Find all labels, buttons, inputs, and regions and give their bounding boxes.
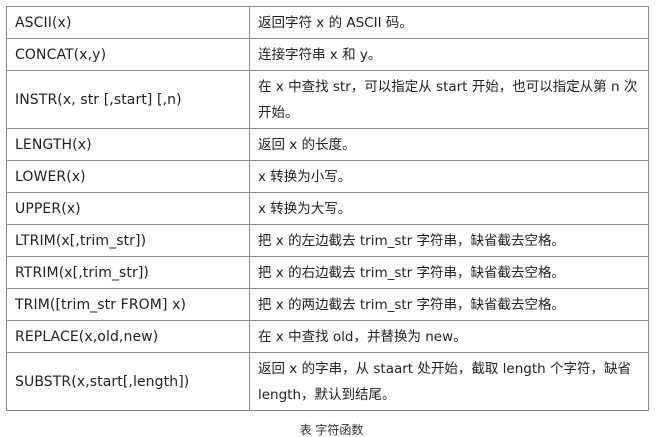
- table-row: LTRIM(x[,trim_str]) 把 x 的左边截去 trim_str 字…: [6, 224, 649, 257]
- function-signature: RTRIM(x[,trim_str]): [6, 256, 250, 289]
- function-description: 返回字符 x 的 ASCII 码。: [249, 6, 649, 39]
- function-description: 把 x 的两边截去 trim_str 字符串，缺省截去空格。: [249, 288, 649, 321]
- function-signature: CONCAT(x,y): [6, 38, 250, 71]
- function-signature: ASCII(x): [6, 6, 250, 39]
- function-description: 返回 x 的长度。: [249, 128, 649, 161]
- table-row: INSTR(x, str [,start] [,n) 在 x 中查找 str，可…: [6, 70, 649, 129]
- table-row: RTRIM(x[,trim_str]) 把 x 的右边截去 trim_str 字…: [6, 256, 649, 289]
- table-row: UPPER(x) x 转换为大写。: [6, 192, 649, 225]
- function-signature: REPLACE(x,old,new): [6, 320, 250, 353]
- function-signature: INSTR(x, str [,start] [,n): [6, 70, 250, 129]
- table-caption: 表 字符函数: [299, 423, 364, 437]
- function-description: 返回 x 的字串，从 staart 处开始，截取 length 个字符，缺省 l…: [249, 352, 649, 411]
- table-row: CONCAT(x,y) 连接字符串 x 和 y。: [6, 38, 649, 71]
- function-description: 连接字符串 x 和 y。: [249, 38, 649, 71]
- function-signature: UPPER(x): [6, 192, 250, 225]
- function-signature: LOWER(x): [6, 160, 250, 193]
- function-description: 在 x 中查找 old，并替换为 new。: [249, 320, 649, 353]
- function-description: 把 x 的右边截去 trim_str 字符串，缺省截去空格。: [249, 256, 649, 289]
- table-row: REPLACE(x,old,new) 在 x 中查找 old，并替换为 new。: [6, 320, 649, 353]
- function-description: 把 x 的左边截去 trim_str 字符串，缺省截去空格。: [249, 224, 649, 257]
- table-row: SUBSTR(x,start[,length]) 返回 x 的字串，从 staa…: [6, 352, 649, 411]
- table-row: ASCII(x) 返回字符 x 的 ASCII 码。: [6, 6, 649, 39]
- function-description: x 转换为大写。: [249, 192, 649, 225]
- function-table: ASCII(x) 返回字符 x 的 ASCII 码。 CONCAT(x,y) 连…: [6, 6, 649, 411]
- function-signature: LENGTH(x): [6, 128, 250, 161]
- function-description: x 转换为小写。: [249, 160, 649, 193]
- function-signature: LTRIM(x[,trim_str]): [6, 224, 250, 257]
- table-row: LOWER(x) x 转换为小写。: [6, 160, 649, 193]
- function-signature: TRIM([trim_str FROM] x): [6, 288, 250, 321]
- function-signature: SUBSTR(x,start[,length]): [6, 352, 250, 411]
- function-description: 在 x 中查找 str，可以指定从 start 开始，也可以指定从第 n 次开始…: [249, 70, 649, 129]
- table-row: LENGTH(x) 返回 x 的长度。: [6, 128, 649, 161]
- table-row: TRIM([trim_str FROM] x) 把 x 的两边截去 trim_s…: [6, 288, 649, 321]
